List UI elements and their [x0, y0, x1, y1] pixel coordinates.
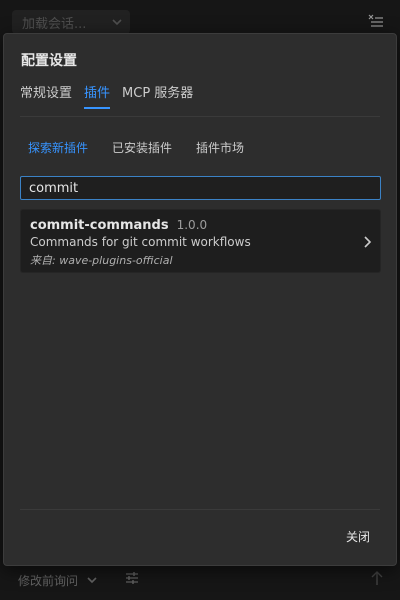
tab-plugins[interactable]: 插件 [84, 85, 111, 109]
plugin-header: commit-commands 1.0.0 [30, 218, 207, 233]
plugin-version: 1.0.0 [176, 218, 208, 232]
plugin-sub-tabs: 探索新插件 已安装插件 插件市场 [20, 138, 380, 162]
plugin-name: commit-commands [30, 218, 169, 233]
footer-divider [20, 509, 380, 510]
plugin-source: 来自: wave-plugins-official [30, 254, 173, 267]
plugin-description: Commands for git commit workflows [30, 235, 251, 249]
tab-explore-plugins[interactable]: 探索新插件 [20, 138, 100, 162]
plugin-result-card[interactable]: commit-commands 1.0.0 Commands for git c… [20, 209, 381, 273]
tab-installed-plugins[interactable]: 已安装插件 [100, 138, 184, 162]
chevron-right-icon [364, 236, 372, 248]
tab-mcp-servers[interactable]: MCP 服务器 [122, 85, 193, 109]
config-settings-dialog: 配置设置 常规设置 插件 MCP 服务器 探索新插件 已安装插件 插件市场 co… [3, 33, 397, 566]
plugin-search-input[interactable] [20, 176, 381, 200]
close-button[interactable]: 关闭 [346, 528, 370, 545]
dialog-title: 配置设置 [21, 53, 77, 69]
tab-general-settings[interactable]: 常规设置 [20, 85, 72, 109]
main-tabs: 常规设置 插件 MCP 服务器 [20, 85, 380, 117]
tab-plugin-marketplace[interactable]: 插件市场 [184, 138, 256, 162]
